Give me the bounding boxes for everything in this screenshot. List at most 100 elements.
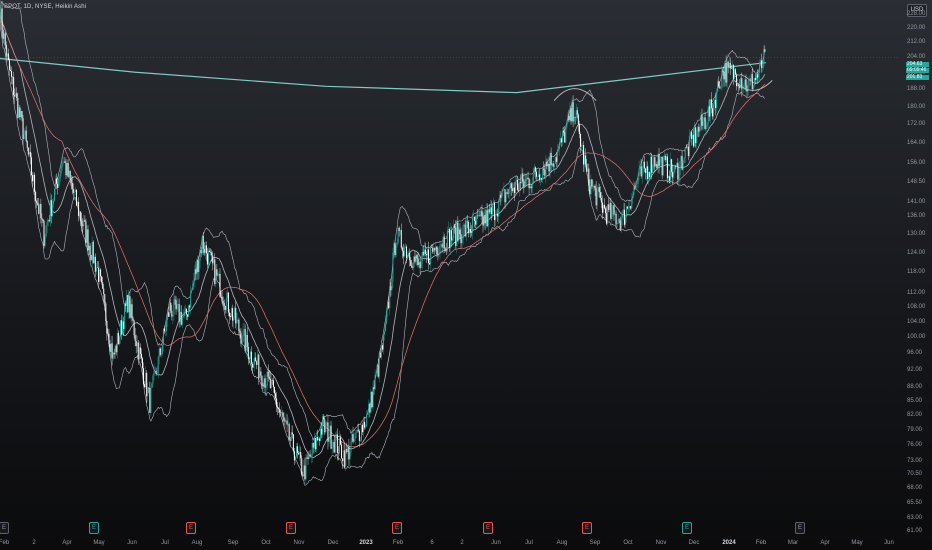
candle-body [228,312,230,317]
candle-body [429,263,431,265]
candle-body [12,76,14,78]
candle-body [354,432,356,439]
candle-body [569,108,571,121]
candle-body [117,332,119,344]
candle-body [491,205,493,215]
x-tick-label: Sep [227,540,239,546]
candle-body [577,114,579,125]
x-tick-label: Dec [688,540,700,546]
candle-body [119,320,121,337]
y-tick-label: 68.00 [907,485,923,492]
candle-body [185,308,187,315]
candle-body [40,203,42,219]
candle-body [475,220,477,225]
candle-body [516,179,518,182]
candle-body [607,204,609,224]
candle-body [751,74,753,90]
candle-body [542,168,544,180]
candle-body [750,74,752,80]
candle-body [139,347,141,354]
candle-body [281,412,283,414]
candle-body [424,249,426,255]
candle-body [450,230,452,248]
earnings-event-icon[interactable]: E [392,522,402,534]
candle-body [555,157,557,162]
earnings-event-icon[interactable]: E [286,522,296,534]
candle-body [469,228,471,233]
candle-body [558,142,560,150]
candle-body [344,450,346,467]
candle-body [426,249,428,256]
candle-body [503,189,505,190]
x-tick-label: May [851,540,863,546]
candle-body [279,409,281,413]
candle-body [111,343,113,359]
candle-body [272,380,274,388]
candle-body [261,375,263,385]
y-tick-label: 92.00 [907,366,923,373]
candle-body [336,434,338,453]
candle-body [306,457,308,459]
candle-body [84,220,86,222]
candle-body [391,281,393,291]
candle-body [301,458,303,475]
candle-body [283,416,285,421]
candle-body [178,304,180,322]
candle-body [571,101,573,122]
candle-body [445,249,447,251]
candle-body [249,351,251,359]
candle-body [198,260,200,273]
candle-body [257,354,259,365]
candle-body [724,63,726,80]
candle-body [286,420,288,425]
candle-body [565,127,567,143]
candle-body [723,71,725,80]
earnings-event-icon[interactable]: E [795,522,805,534]
candle-body [293,451,295,461]
candle-body [77,201,79,206]
candle-body [452,238,454,241]
candle-body [240,332,242,344]
candle-body [764,49,766,52]
price-chart[interactable] [0,0,932,550]
candle-body [93,256,95,264]
candle-body [31,175,33,182]
candle-body [547,163,549,167]
candle-body [122,321,124,335]
candle-body [333,441,335,453]
candle-body [207,250,209,265]
candle-body [70,179,72,183]
candle-body [627,206,629,209]
candle-body [511,188,513,191]
candle-body [719,86,721,89]
candle-body [197,259,199,273]
candle-body [234,307,236,318]
candle-body [480,210,482,217]
y-tick-label: 73.00 [907,457,923,464]
earnings-event-icon[interactable]: E [582,522,592,534]
candle-body [243,329,245,331]
candle-body [564,132,566,143]
earnings-event-icon[interactable]: E [89,522,99,534]
candle-body [292,434,294,452]
candle-body [692,134,694,139]
earnings-event-icon[interactable]: E [186,522,196,534]
candle-body [271,379,273,381]
candle-body [643,161,645,169]
candle-body [310,455,312,457]
candle-body [467,221,469,233]
candle-body [74,189,76,192]
candle-body [572,101,574,122]
candle-body [143,368,145,385]
candle-body [20,111,22,118]
candle-body [691,132,693,139]
earnings-event-icon[interactable]: E [0,522,9,534]
candle-body [600,197,602,203]
candle-body [496,213,498,215]
candle-body [442,236,444,248]
earnings-event-icon[interactable]: E [682,522,692,534]
earnings-event-icon[interactable]: E [483,522,493,534]
candle-body [210,252,212,253]
candle-body [81,220,83,225]
candle-body [604,204,606,209]
